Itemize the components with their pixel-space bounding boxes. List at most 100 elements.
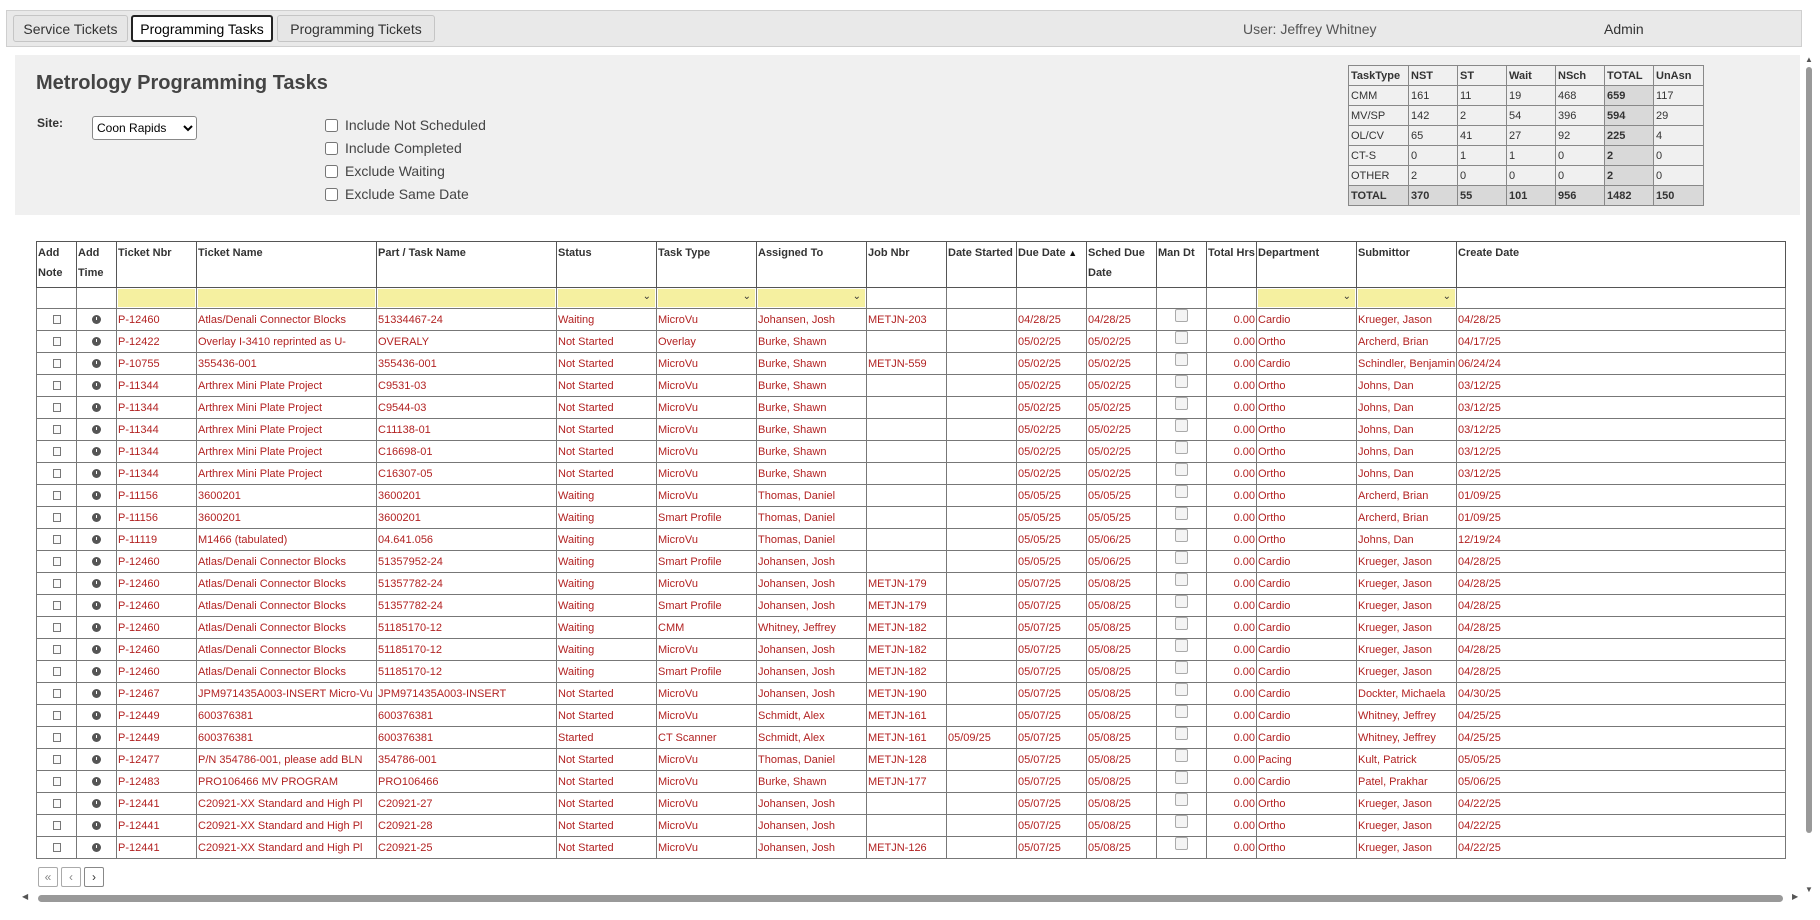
man-dt-cell[interactable] bbox=[1156, 836, 1207, 859]
clock-icon[interactable] bbox=[92, 513, 101, 522]
add-note-cell[interactable] bbox=[36, 374, 77, 397]
note-icon[interactable] bbox=[52, 557, 61, 566]
filter-cell[interactable]: ⌄ bbox=[756, 287, 867, 309]
table-row[interactable]: P-12441 C20921-XX Standard and High Pl C20… bbox=[36, 814, 1786, 837]
sort-asc-icon[interactable]: ▲ bbox=[1066, 248, 1077, 258]
add-note-cell[interactable] bbox=[36, 308, 77, 331]
table-row[interactable]: P-11344 Arthrex Mini Plate Project C9544-0… bbox=[36, 396, 1786, 419]
table-row[interactable]: P-12460 Atlas/Denali Connector Blocks 5118… bbox=[36, 660, 1786, 683]
add-note-cell[interactable] bbox=[36, 704, 77, 727]
man-dt-checkbox[interactable] bbox=[1175, 705, 1188, 719]
man-dt-cell[interactable] bbox=[1156, 594, 1207, 617]
clock-icon[interactable] bbox=[92, 821, 101, 830]
column-header[interactable]: Man Dt bbox=[1156, 241, 1207, 288]
man-dt-cell[interactable] bbox=[1156, 330, 1207, 353]
table-row[interactable]: P-12449 600376381 600376381 Started CT Scann… bbox=[36, 726, 1786, 749]
horizontal-scroll-thumb[interactable] bbox=[38, 895, 1783, 902]
clock-icon[interactable] bbox=[92, 777, 101, 786]
task-type-filter-select[interactable]: ⌄ bbox=[658, 289, 755, 307]
table-row[interactable]: P-12460 Atlas/Denali Connector Blocks 5135… bbox=[36, 550, 1786, 573]
site-select[interactable]: Coon Rapids bbox=[92, 116, 197, 140]
column-header[interactable]: Department bbox=[1256, 241, 1357, 288]
column-header[interactable]: Add Time bbox=[76, 241, 117, 288]
note-icon[interactable] bbox=[52, 689, 61, 698]
man-dt-checkbox[interactable] bbox=[1175, 815, 1188, 829]
scroll-right-icon[interactable]: ▶ bbox=[1792, 892, 1798, 901]
man-dt-cell[interactable] bbox=[1156, 572, 1207, 595]
add-time-cell[interactable] bbox=[76, 550, 117, 573]
man-dt-checkbox[interactable] bbox=[1175, 441, 1188, 455]
add-note-cell[interactable] bbox=[36, 484, 77, 507]
add-note-cell[interactable] bbox=[36, 572, 77, 595]
add-note-cell[interactable] bbox=[36, 682, 77, 705]
text-filter-input[interactable] bbox=[198, 289, 375, 307]
man-dt-cell[interactable] bbox=[1156, 814, 1207, 837]
man-dt-checkbox[interactable] bbox=[1175, 331, 1188, 345]
note-icon[interactable] bbox=[52, 469, 61, 478]
man-dt-checkbox[interactable] bbox=[1175, 617, 1188, 631]
note-icon[interactable] bbox=[52, 755, 61, 764]
column-header[interactable]: Ticket Nbr bbox=[116, 241, 197, 288]
column-header[interactable]: Submittor bbox=[1356, 241, 1457, 288]
add-note-cell[interactable] bbox=[36, 352, 77, 375]
add-note-cell[interactable] bbox=[36, 440, 77, 463]
add-time-cell[interactable] bbox=[76, 330, 117, 353]
add-time-cell[interactable] bbox=[76, 814, 117, 837]
add-note-cell[interactable] bbox=[36, 396, 77, 419]
clock-icon[interactable] bbox=[92, 623, 101, 632]
table-row[interactable]: P-12441 C20921-XX Standard and High Pl C20… bbox=[36, 836, 1786, 859]
man-dt-checkbox[interactable] bbox=[1175, 771, 1188, 785]
add-note-cell[interactable] bbox=[36, 616, 77, 639]
man-dt-checkbox[interactable] bbox=[1175, 837, 1188, 851]
clock-icon[interactable] bbox=[92, 381, 101, 390]
table-row[interactable]: P-11344 Arthrex Mini Plate Project C16307-… bbox=[36, 462, 1786, 485]
clock-icon[interactable] bbox=[92, 469, 101, 478]
add-time-cell[interactable] bbox=[76, 484, 117, 507]
man-dt-checkbox[interactable] bbox=[1175, 507, 1188, 521]
column-header[interactable]: Job Nbr bbox=[866, 241, 947, 288]
status-filter-select[interactable]: ⌄ bbox=[558, 289, 655, 307]
add-note-cell[interactable] bbox=[36, 770, 77, 793]
scroll-down-icon[interactable]: ▼ bbox=[1805, 885, 1813, 894]
note-icon[interactable] bbox=[52, 425, 61, 434]
note-icon[interactable] bbox=[52, 315, 61, 324]
add-time-cell[interactable] bbox=[76, 682, 117, 705]
table-row[interactable]: P-11156 3600201 3600201 Waiting Smart Profil… bbox=[36, 506, 1786, 529]
man-dt-checkbox[interactable] bbox=[1175, 683, 1188, 697]
note-icon[interactable] bbox=[52, 359, 61, 368]
column-header[interactable]: Date Started bbox=[946, 241, 1017, 288]
filter-cell[interactable] bbox=[196, 287, 377, 309]
clock-icon[interactable] bbox=[92, 667, 101, 676]
clock-icon[interactable] bbox=[92, 689, 101, 698]
filter-cell[interactable] bbox=[116, 287, 197, 309]
prev-page-button[interactable]: ‹ bbox=[61, 867, 81, 887]
filter-cell[interactable]: ⌄ bbox=[556, 287, 657, 309]
add-time-cell[interactable] bbox=[76, 836, 117, 859]
table-row[interactable]: P-10755 355436-001 355436-001 Not Started Mi… bbox=[36, 352, 1786, 375]
add-time-cell[interactable] bbox=[76, 726, 117, 749]
man-dt-cell[interactable] bbox=[1156, 550, 1207, 573]
filter-cell[interactable]: ⌄ bbox=[1356, 287, 1457, 309]
first-page-button[interactable]: « bbox=[38, 867, 58, 887]
note-icon[interactable] bbox=[52, 645, 61, 654]
vertical-scroll-thumb[interactable] bbox=[1806, 67, 1812, 833]
man-dt-cell[interactable] bbox=[1156, 660, 1207, 683]
note-icon[interactable] bbox=[52, 513, 61, 522]
clock-icon[interactable] bbox=[92, 843, 101, 852]
note-icon[interactable] bbox=[52, 403, 61, 412]
man-dt-checkbox[interactable] bbox=[1175, 551, 1188, 565]
table-row[interactable]: P-11344 Arthrex Mini Plate Project C11138-… bbox=[36, 418, 1786, 441]
column-header[interactable]: Status bbox=[556, 241, 657, 288]
clock-icon[interactable] bbox=[92, 557, 101, 566]
clock-icon[interactable] bbox=[92, 359, 101, 368]
note-icon[interactable] bbox=[52, 667, 61, 676]
column-header[interactable]: Sched Due Date bbox=[1086, 241, 1157, 288]
man-dt-checkbox[interactable] bbox=[1175, 595, 1188, 609]
note-icon[interactable] bbox=[52, 579, 61, 588]
add-note-cell[interactable] bbox=[36, 462, 77, 485]
clock-icon[interactable] bbox=[92, 645, 101, 654]
clock-icon[interactable] bbox=[92, 799, 101, 808]
add-note-cell[interactable] bbox=[36, 726, 77, 749]
table-row[interactable]: P-12483 PRO106466 MV PROGRAM PRO106466 Not … bbox=[36, 770, 1786, 793]
add-note-cell[interactable] bbox=[36, 418, 77, 441]
